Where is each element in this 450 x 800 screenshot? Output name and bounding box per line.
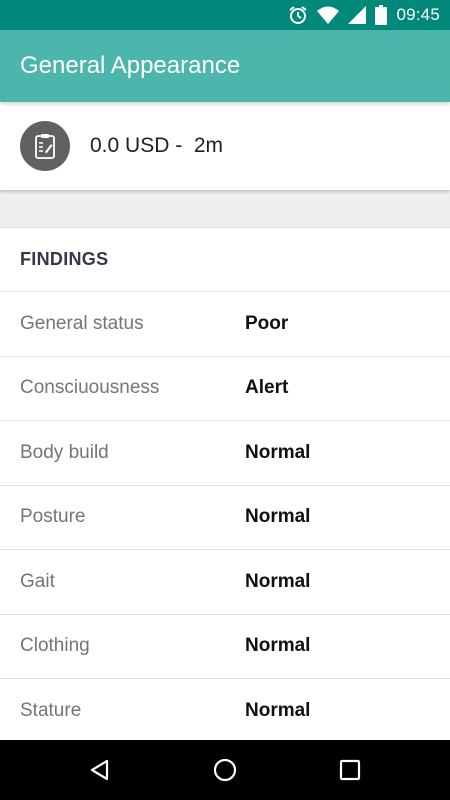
alarm-icon [288, 5, 308, 25]
table-row: Stature Normal [0, 679, 450, 742]
finding-value: Poor [245, 312, 289, 334]
duration-value: 2m [193, 134, 224, 157]
finding-label: Stature [20, 699, 82, 721]
finding-label: Consciuousness [20, 377, 160, 399]
findings-list: General status Poor Consciuousness Alert Bod… [0, 292, 450, 742]
home-icon[interactable] [209, 754, 241, 786]
back-icon[interactable] [84, 754, 116, 786]
summary-separator: - [169, 134, 194, 157]
wifi-icon [317, 6, 340, 24]
findings-header: FINDINGS [0, 228, 450, 292]
finding-label: Gait [20, 570, 55, 592]
summary-card: 0.0 USD - 2m [0, 102, 450, 190]
battery-icon [375, 5, 388, 25]
cost-value: 0.0 USD [90, 134, 170, 157]
status-bar: 09:45 [0, 0, 450, 30]
table-row: Body build Normal [0, 421, 450, 486]
finding-value: Normal [245, 635, 311, 657]
app-bar: General Appearance [0, 30, 450, 102]
summary-text: 0.0 USD - 2m [90, 134, 223, 158]
finding-value: Alert [245, 377, 289, 399]
finding-label: Clothing [20, 635, 90, 657]
table-row: Gait Normal [0, 550, 450, 615]
finding-value: Normal [245, 441, 311, 463]
recents-icon[interactable] [334, 754, 366, 786]
finding-value: Normal [245, 506, 311, 528]
page-title: General Appearance [20, 52, 241, 79]
finding-label: Posture [20, 506, 86, 528]
clipboard-icon [20, 121, 70, 171]
finding-value: Normal [245, 570, 311, 592]
signal-icon [348, 6, 367, 24]
finding-value: Normal [245, 699, 311, 721]
navigation-bar [0, 740, 450, 800]
status-time: 09:45 [396, 5, 440, 24]
table-row: Clothing Normal [0, 615, 450, 679]
table-row: General status Poor [0, 292, 450, 357]
finding-label: Body build [20, 441, 109, 463]
table-row: Posture Normal [0, 486, 450, 550]
table-row: Consciuousness Alert [0, 357, 450, 421]
finding-label: General status [20, 312, 144, 334]
findings-card: FINDINGS General status Poor Consciuousnes… [0, 227, 450, 742]
